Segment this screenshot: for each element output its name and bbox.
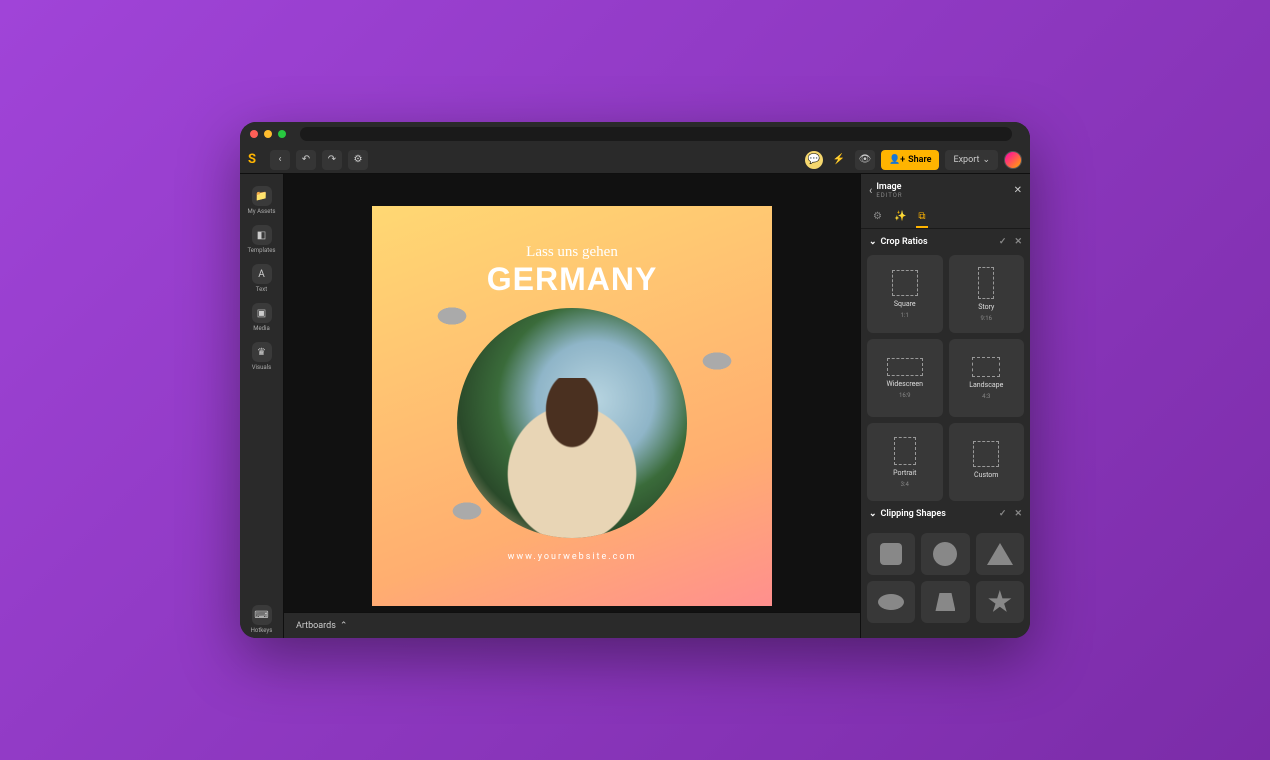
apply-crop-button[interactable]: ✓ — [999, 237, 1007, 247]
shape-trapezoid[interactable] — [921, 581, 969, 623]
close-window[interactable] — [250, 130, 258, 138]
settings-button[interactable]: ⚙ — [348, 150, 368, 170]
templates-icon: ◧ — [252, 225, 272, 245]
tab-crop[interactable]: ⧉ — [916, 207, 927, 228]
text-icon: A — [252, 264, 272, 284]
cancel-crop-button[interactable]: ✕ — [1014, 237, 1022, 247]
keyboard-icon: ⌨ — [252, 605, 272, 625]
chevron-down-icon: ⌄ — [869, 237, 877, 247]
gear-icon: ⚙ — [873, 211, 882, 222]
user-avatar[interactable] — [1004, 151, 1022, 169]
ratio-widescreen[interactable]: Widescreen16:9 — [867, 339, 943, 417]
panel-back-button[interactable]: ‹ — [869, 184, 872, 197]
shape-circle[interactable] — [921, 533, 969, 575]
artboards-toggle[interactable]: Artboards — [296, 621, 336, 631]
right-panel: ‹ ImageEDITOR ✕ ⚙ ✨ ⧉ ⌄ Crop Ratios ✓ ✕ … — [860, 174, 1030, 638]
shape-ellipse[interactable] — [867, 581, 915, 623]
design-canvas[interactable]: Lass uns gehen GERMANY www.yourwebsite.c… — [372, 206, 772, 606]
folder-icon: 📁 — [252, 186, 272, 206]
wand-icon: ✨ — [894, 211, 906, 222]
canvas-title[interactable]: GERMANY — [487, 261, 658, 298]
sidebar-item-media[interactable]: ▣Media — [240, 299, 283, 336]
shape-star[interactable] — [976, 581, 1024, 623]
sidebar-item-text[interactable]: AText — [240, 260, 283, 297]
minimize-window[interactable] — [264, 130, 272, 138]
comments-icon[interactable]: 💬 — [805, 151, 823, 169]
bird-graphic[interactable] — [692, 346, 742, 376]
bolt-icon[interactable]: ⚡ — [829, 150, 849, 170]
shape-triangle[interactable] — [976, 533, 1024, 575]
media-icon: ▣ — [252, 303, 272, 323]
cancel-clip-button[interactable]: ✕ — [1014, 509, 1022, 519]
chevron-down-icon: ⌄ — [982, 155, 990, 165]
ratio-portrait[interactable]: Portrait3:4 — [867, 423, 943, 501]
apply-clip-button[interactable]: ✓ — [999, 509, 1007, 519]
tab-effects[interactable]: ✨ — [892, 207, 908, 228]
ratio-square[interactable]: Square1:1 — [867, 255, 943, 333]
ratio-custom[interactable]: Custom — [949, 423, 1025, 501]
clipping-shapes-header[interactable]: ⌄ Clipping Shapes ✓ ✕ — [861, 501, 1030, 527]
redo-button[interactable]: ↷ — [322, 150, 342, 170]
bird-graphic[interactable] — [427, 301, 477, 331]
app-window: S ‹ ↶ ↷ ⚙ 💬 ⚡ 👁 👤+Share Export⌄ 📁My Asse… — [240, 122, 1030, 638]
url-bar[interactable] — [300, 127, 1012, 141]
share-button[interactable]: 👤+Share — [881, 150, 940, 170]
sidebar-item-visuals[interactable]: ♛Visuals — [240, 338, 283, 375]
ratio-landscape[interactable]: Landscape4:3 — [949, 339, 1025, 417]
canvas-subtitle[interactable]: Lass uns gehen — [526, 244, 618, 261]
canvas-area[interactable]: Lass uns gehen GERMANY www.yourwebsite.c… — [284, 174, 860, 638]
crop-icon: ⧉ — [918, 211, 925, 222]
chevron-up-icon[interactable]: ⌃ — [340, 621, 348, 631]
sidebar-item-hotkeys[interactable]: ⌨Hotkeys — [240, 601, 283, 638]
shape-rounded-square[interactable] — [867, 533, 915, 575]
crop-ratios-header[interactable]: ⌄ Crop Ratios ✓ ✕ — [861, 229, 1030, 255]
preview-icon[interactable]: 👁 — [855, 150, 875, 170]
bottom-bar: Artboards ⌃ — [284, 612, 860, 638]
sidebar-item-templates[interactable]: ◧Templates — [240, 221, 283, 258]
back-button[interactable]: ‹ — [270, 150, 290, 170]
maximize-window[interactable] — [278, 130, 286, 138]
canvas-url-text[interactable]: www.yourwebsite.com — [508, 552, 637, 562]
main-toolbar: S ‹ ↶ ↷ ⚙ 💬 ⚡ 👁 👤+Share Export⌄ — [240, 146, 1030, 174]
left-sidebar: 📁My Assets ◧Templates AText ▣Media ♛Visu… — [240, 174, 284, 638]
ratio-story[interactable]: Story9:16 — [949, 255, 1025, 333]
panel-title: ImageEDITOR — [876, 182, 902, 199]
titlebar — [240, 122, 1030, 146]
bird-graphic[interactable] — [442, 496, 492, 526]
add-user-icon: 👤+ — [889, 155, 905, 165]
chevron-down-icon: ⌄ — [869, 509, 877, 519]
undo-button[interactable]: ↶ — [296, 150, 316, 170]
panel-close-button[interactable]: ✕ — [1014, 185, 1022, 196]
sidebar-item-my-assets[interactable]: 📁My Assets — [240, 182, 283, 219]
tab-settings[interactable]: ⚙ — [871, 207, 884, 228]
crown-icon: ♛ — [252, 342, 272, 362]
export-button[interactable]: Export⌄ — [945, 150, 998, 170]
app-logo[interactable]: S — [248, 152, 264, 168]
